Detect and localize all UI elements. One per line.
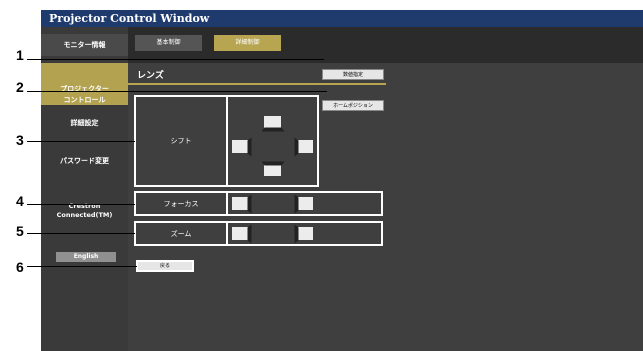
- callout-line: [27, 204, 135, 205]
- home-position-button[interactable]: ホームポジション: [322, 100, 384, 111]
- callout-line: [27, 91, 327, 92]
- page-title: レンズ: [137, 71, 164, 81]
- sidebar-item-crestron[interactable]: Crestron Connected(TM): [41, 188, 128, 219]
- callout-line: [27, 141, 135, 142]
- arrow-up-icon: [261, 114, 284, 131]
- sidebar-item-password-change[interactable]: パスワード変更: [41, 148, 128, 174]
- sidebar-item-detail-settings[interactable]: 詳細設定: [41, 110, 128, 136]
- tab-detail-control[interactable]: 詳細制御: [214, 35, 281, 51]
- shift-up-button[interactable]: [261, 114, 284, 131]
- title-underline: [128, 83, 386, 85]
- tab-basic-control[interactable]: 基本制御: [135, 35, 202, 51]
- sidebar-item-projector-control[interactable]: プロジェクター コントロール: [41, 63, 128, 105]
- panel-divider: [226, 191, 228, 216]
- sidebar-item-label: モニター情報: [63, 41, 106, 49]
- sidebar-item-label: パスワード変更: [60, 157, 109, 165]
- callout-number: 6: [16, 259, 24, 275]
- focus-label: フォーカス: [163, 200, 199, 208]
- shift-right-button[interactable]: [294, 137, 315, 156]
- panel-divider: [226, 221, 228, 246]
- zoom-right-button[interactable]: [294, 224, 315, 243]
- arrow-right-icon: [294, 137, 315, 156]
- sidebar-item-label: プロジェクター コントロール: [60, 85, 109, 104]
- zoom-label: ズーム: [170, 230, 192, 238]
- focus-right-button[interactable]: [294, 194, 315, 213]
- sidebar-item-label: 詳細設定: [70, 119, 99, 127]
- window-title: Projector Control Window: [41, 10, 643, 27]
- shift-down-button[interactable]: [261, 161, 284, 178]
- callout-number: 4: [16, 193, 24, 209]
- arrow-right-icon: [294, 224, 315, 243]
- shift-left-button[interactable]: [230, 137, 251, 156]
- callout-line: [27, 266, 137, 267]
- shift-label: シフト: [170, 137, 192, 145]
- english-button[interactable]: English: [56, 252, 116, 262]
- tab-bar: [128, 27, 643, 63]
- arrow-down-icon: [261, 161, 284, 178]
- zoom-left-button[interactable]: [230, 224, 251, 243]
- arrow-left-icon: [230, 194, 251, 213]
- callout-number: 2: [16, 79, 24, 95]
- back-button[interactable]: 戻る: [136, 260, 194, 272]
- callout-line: [27, 59, 324, 60]
- arrow-right-icon: [294, 194, 315, 213]
- arrow-left-icon: [230, 224, 251, 243]
- callout-number: 5: [16, 223, 24, 239]
- sidebar-item-monitor-info[interactable]: モニター情報: [41, 34, 128, 56]
- focus-left-button[interactable]: [230, 194, 251, 213]
- callout-number: 3: [16, 132, 24, 148]
- arrow-left-icon: [230, 137, 251, 156]
- callout-number: 1: [16, 47, 24, 63]
- numeric-input-button[interactable]: 数値指定: [322, 69, 384, 80]
- panel-divider: [226, 95, 228, 187]
- callout-line: [27, 233, 135, 234]
